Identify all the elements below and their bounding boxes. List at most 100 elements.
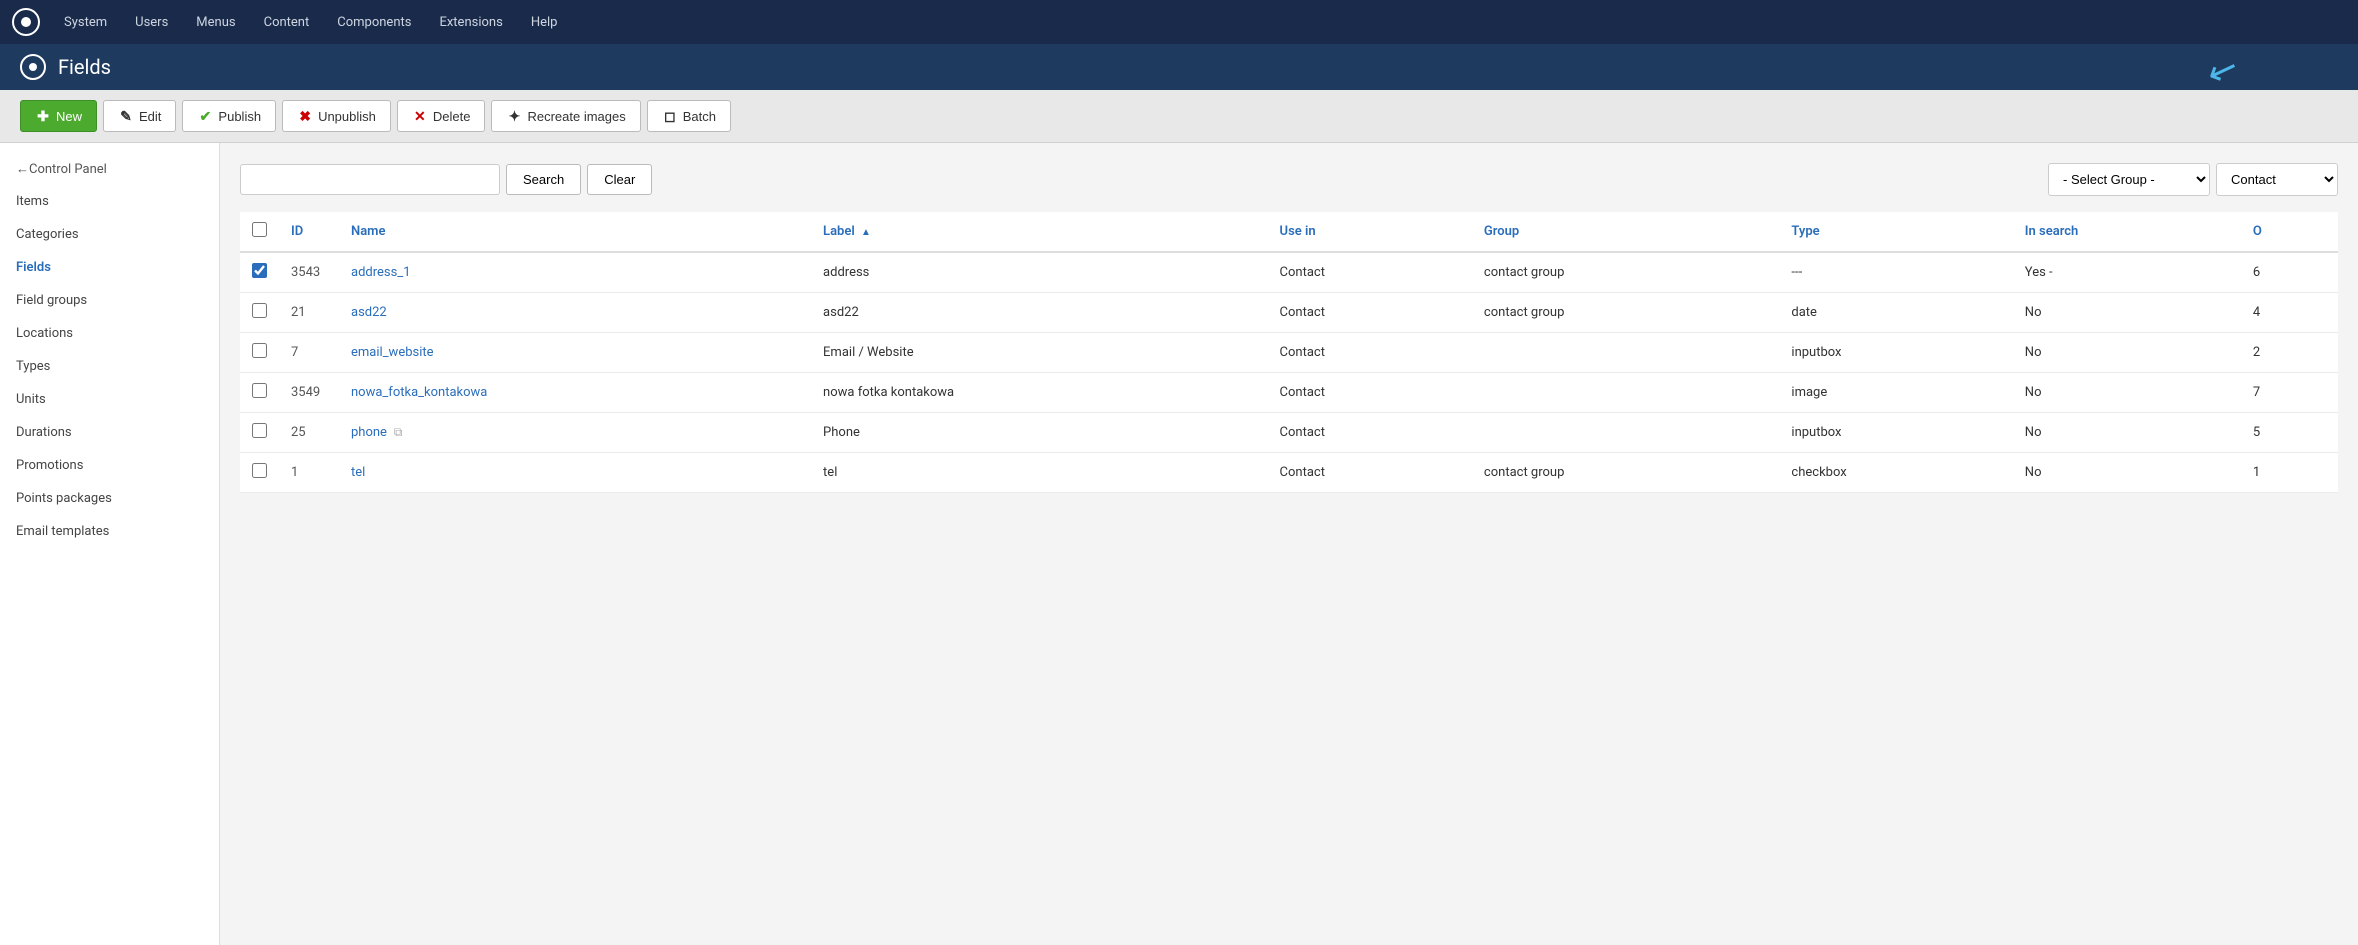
sidebar-item-email-templates[interactable]: Email templates: [0, 515, 219, 548]
row-checkbox[interactable]: [252, 343, 267, 358]
row-checkbox-cell[interactable]: [240, 293, 279, 333]
row-type: inputbox: [1779, 413, 2012, 453]
row-use-in: Contact: [1268, 453, 1472, 493]
search-input[interactable]: [240, 164, 500, 195]
sidebar-item-durations[interactable]: Durations: [0, 416, 219, 449]
page-title: Fields: [58, 55, 111, 79]
nav-menus[interactable]: Menus: [184, 9, 247, 36]
select-group-dropdown[interactable]: - Select Group -: [2049, 164, 2209, 195]
new-button[interactable]: ✚ New: [20, 100, 97, 132]
nav-users[interactable]: Users: [123, 9, 180, 36]
table-row: 3543address_1addressContactcontact group…: [240, 252, 2338, 293]
batch-icon: ◻: [662, 108, 678, 124]
table-row: 1teltelContactcontact groupcheckboxNo1: [240, 453, 2338, 493]
delete-icon: ✕: [412, 108, 428, 124]
row-name-link[interactable]: phone: [351, 425, 387, 440]
row-ordering: 6: [2241, 252, 2338, 293]
row-name[interactable]: asd22: [339, 293, 811, 333]
top-navigation: System Users Menus Content Components Ex…: [0, 0, 2358, 44]
content-area: Search Clear - Select Group - Contact: [220, 143, 2358, 945]
row-checkbox-cell[interactable]: [240, 413, 279, 453]
search-bar: Search Clear - Select Group - Contact: [240, 163, 2338, 196]
row-name[interactable]: tel: [339, 453, 811, 493]
col-header-name[interactable]: Name: [339, 212, 811, 252]
target-icon: [20, 54, 46, 80]
row-ordering: 7: [2241, 373, 2338, 413]
search-button[interactable]: Search: [506, 164, 581, 195]
edit-button[interactable]: ✎ Edit: [103, 100, 176, 132]
col-header-in-search[interactable]: In search: [2013, 212, 2241, 252]
row-group: contact group: [1472, 453, 1779, 493]
row-checkbox[interactable]: [252, 463, 267, 478]
sidebar-item-types[interactable]: Types: [0, 350, 219, 383]
logo-icon[interactable]: [12, 8, 40, 36]
row-name-link[interactable]: tel: [351, 465, 365, 480]
select-group-container: - Select Group -: [2048, 163, 2210, 196]
table-row: 25phone ⧉PhoneContactinputboxNo5: [240, 413, 2338, 453]
control-panel-back[interactable]: ← Control Panel: [0, 153, 219, 185]
batch-button[interactable]: ◻ Batch: [647, 100, 731, 132]
row-name-link[interactable]: asd22: [351, 305, 387, 320]
nav-extensions[interactable]: Extensions: [427, 9, 514, 36]
row-label: tel: [811, 453, 1268, 493]
row-checkbox-cell[interactable]: [240, 373, 279, 413]
table-body: 3543address_1addressContactcontact group…: [240, 252, 2338, 493]
row-id: 25: [279, 413, 339, 453]
nav-components[interactable]: Components: [325, 9, 423, 36]
row-name[interactable]: nowa_fotka_kontakowa: [339, 373, 811, 413]
row-checkbox-cell[interactable]: [240, 453, 279, 493]
row-type: checkbox: [1779, 453, 2012, 493]
col-header-group[interactable]: Group: [1472, 212, 1779, 252]
col-header-use-in[interactable]: Use in: [1268, 212, 1472, 252]
row-name[interactable]: email_website: [339, 333, 811, 373]
row-label: asd22: [811, 293, 1268, 333]
select-contact-container: Contact: [2216, 163, 2338, 196]
row-name[interactable]: phone ⧉: [339, 413, 811, 453]
copy-icon[interactable]: ⧉: [391, 425, 403, 439]
col-header-label[interactable]: Label ▲: [811, 212, 1268, 252]
col-header-type[interactable]: Type: [1779, 212, 2012, 252]
row-type: date: [1779, 293, 2012, 333]
sidebar-item-units[interactable]: Units: [0, 383, 219, 416]
row-checkbox[interactable]: [252, 263, 267, 278]
recreate-button[interactable]: ✦ Recreate images: [491, 100, 640, 132]
sidebar-item-field-groups[interactable]: Field groups: [0, 284, 219, 317]
nav-content[interactable]: Content: [252, 9, 322, 36]
col-header-id[interactable]: ID: [279, 212, 339, 252]
row-ordering: 5: [2241, 413, 2338, 453]
row-use-in: Contact: [1268, 333, 1472, 373]
row-name-link[interactable]: email_website: [351, 345, 434, 360]
delete-button[interactable]: ✕ Delete: [397, 100, 486, 132]
back-arrow-icon: ←: [16, 161, 29, 177]
row-checkbox-cell[interactable]: [240, 333, 279, 373]
row-checkbox[interactable]: [252, 303, 267, 318]
row-group: [1472, 333, 1779, 373]
sidebar-item-categories[interactable]: Categories: [0, 218, 219, 251]
row-checkbox-cell[interactable]: [240, 252, 279, 293]
sidebar-item-items[interactable]: Items: [0, 185, 219, 218]
sidebar-item-locations[interactable]: Locations: [0, 317, 219, 350]
sidebar-item-promotions[interactable]: Promotions: [0, 449, 219, 482]
sidebar-item-points-packages[interactable]: Points packages: [0, 482, 219, 515]
col-header-ordering[interactable]: O: [2241, 212, 2338, 252]
table-header-row: ID Name Label ▲ Use in Group: [240, 212, 2338, 252]
nav-help[interactable]: Help: [519, 9, 570, 36]
row-checkbox[interactable]: [252, 383, 267, 398]
row-name[interactable]: address_1: [339, 252, 811, 293]
check-icon: ✔: [197, 108, 213, 124]
sidebar-item-fields[interactable]: Fields: [0, 251, 219, 284]
select-all-checkbox-header[interactable]: [240, 212, 279, 252]
sidebar: ← Control Panel Items Categories Fields …: [0, 143, 220, 945]
publish-button[interactable]: ✔ Publish: [182, 100, 276, 132]
clear-button[interactable]: Clear: [587, 164, 652, 195]
row-name-link[interactable]: nowa_fotka_kontakowa: [351, 385, 487, 400]
row-type: inputbox: [1779, 333, 2012, 373]
select-all-checkbox[interactable]: [252, 222, 267, 237]
select-contact-dropdown[interactable]: Contact: [2217, 164, 2337, 195]
row-checkbox[interactable]: [252, 423, 267, 438]
nav-system[interactable]: System: [52, 9, 119, 36]
row-in-search: No: [2013, 373, 2241, 413]
row-name-link[interactable]: address_1: [351, 265, 411, 280]
unpublish-button[interactable]: ✖ Unpublish: [282, 100, 391, 132]
row-label: Email / Website: [811, 333, 1268, 373]
